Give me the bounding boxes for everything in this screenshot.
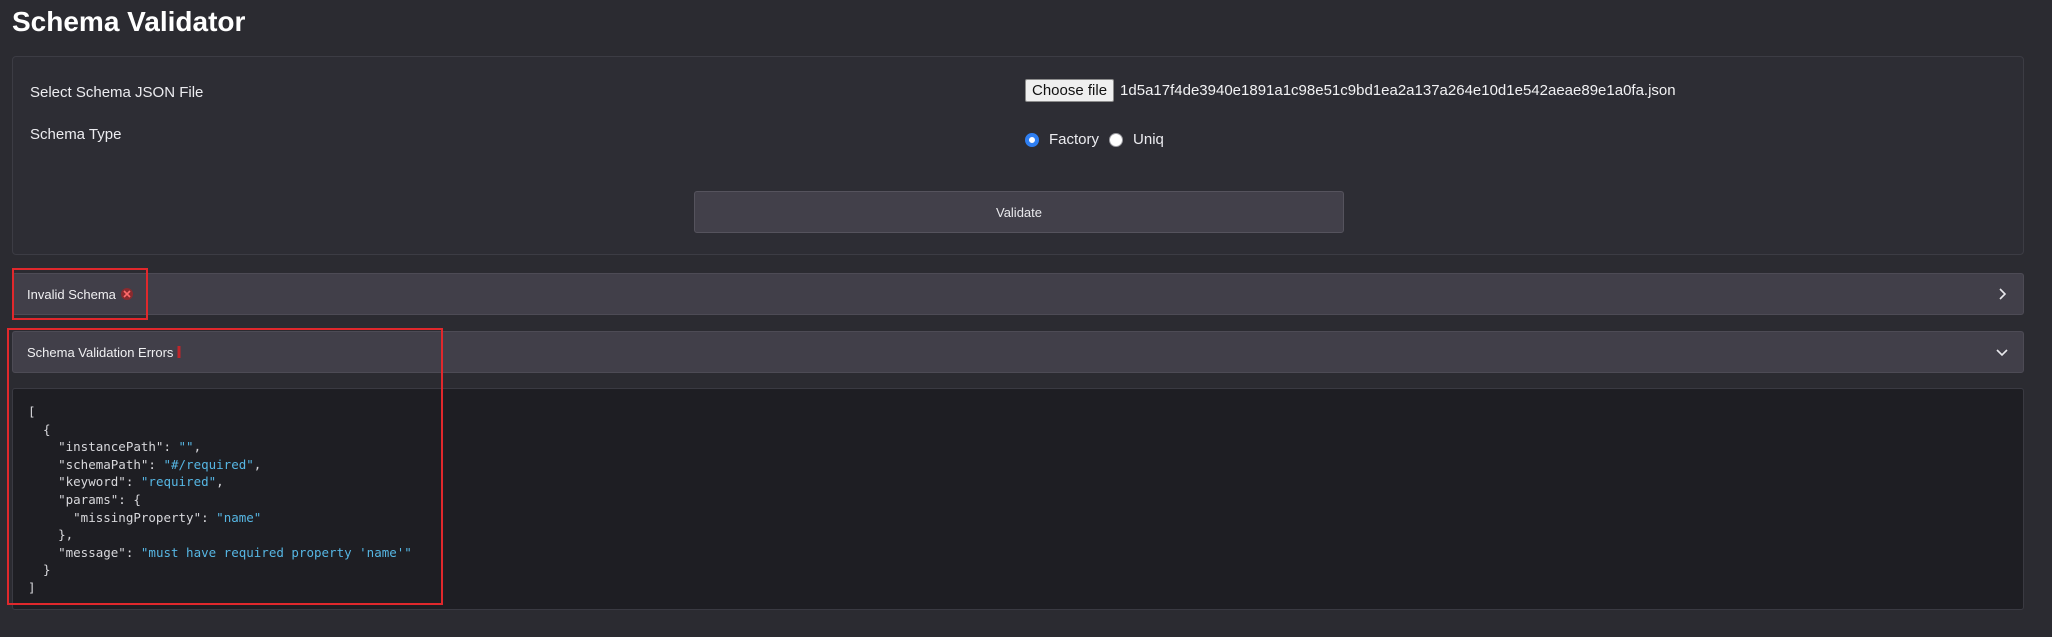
invalid-schema-label: Invalid Schema: [27, 286, 116, 302]
validate-button[interactable]: Validate: [694, 191, 1344, 233]
file-field-label: Select Schema JSON File: [30, 84, 204, 101]
validation-errors-label: Schema Validation Errors: [27, 344, 174, 360]
chevron-right-icon[interactable]: [1993, 285, 2011, 303]
radio-uniq-label[interactable]: Uniq: [1133, 131, 1164, 148]
schema-path-value: #/required: [171, 456, 247, 472]
chevron-down-icon[interactable]: [1993, 343, 2011, 361]
keyword-value: required: [148, 474, 209, 490]
validation-errors-accordion[interactable]: Schema Validation Errors: [12, 331, 2024, 373]
radio-factory[interactable]: [1025, 132, 1039, 147]
invalid-schema-accordion[interactable]: Invalid Schema: [12, 273, 2024, 315]
message-value: must have required property 'name': [148, 544, 405, 560]
schema-form-panel: Select Schema JSON File Choose file 1d5a…: [12, 56, 2024, 255]
radio-uniq[interactable]: [1109, 132, 1124, 147]
selected-file-name: 1d5a17f4de3940e1891a1c98e51c9bd1ea2a137a…: [1120, 82, 1676, 99]
schema-type-radio-group: Factory Uniq: [1025, 131, 1174, 148]
choose-file-button[interactable]: Choose file: [1025, 79, 1115, 102]
page-title: Schema Validator: [12, 6, 246, 37]
missing-property-value: name: [223, 509, 254, 525]
errors-json-output: [ { "instancePath": "", "schemaPath": "#…: [12, 388, 2024, 610]
schema-type-label: Schema Type: [30, 126, 122, 143]
exclamation-icon: [177, 346, 181, 358]
file-input[interactable]: Choose file 1d5a17f4de3940e1891a1c98e51c…: [1025, 79, 1676, 102]
radio-factory-label[interactable]: Factory: [1049, 131, 1099, 148]
x-icon: [120, 288, 133, 300]
